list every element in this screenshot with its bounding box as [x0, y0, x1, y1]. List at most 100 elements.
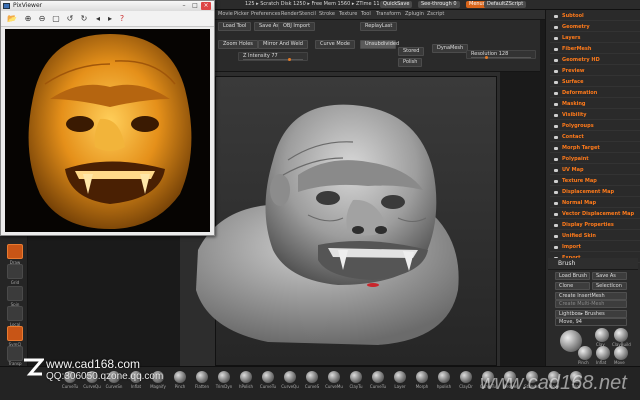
maximize-icon[interactable]: □ — [190, 2, 200, 10]
help-icon[interactable]: ? — [117, 14, 127, 24]
open-icon[interactable]: 📂 — [7, 14, 17, 24]
panel-subtool[interactable]: Subtool — [550, 12, 640, 21]
brush-save-as-button[interactable]: Save As — [592, 272, 627, 280]
brush-palette-header[interactable]: Brush — [548, 258, 638, 270]
pixviewer-window[interactable]: PixViewer – □ × 📂 ⊕ ⊖ ▢ ↺ ↻ ◂ ▸ ? — [0, 0, 215, 236]
brush-trimdyn[interactable]: TrimDyn — [212, 369, 236, 389]
default-zscript-button[interactable]: DefaultZScript — [484, 1, 527, 8]
load-tool-button[interactable]: Load Tool — [218, 22, 252, 31]
brush-thumb-move[interactable] — [614, 346, 628, 360]
zoom-in-icon[interactable]: ⊕ — [23, 14, 33, 24]
menu-zplugin[interactable]: Zplugin — [405, 11, 424, 17]
brush-curvetu-3[interactable]: CurveTu — [366, 369, 390, 389]
dynamesh-button[interactable]: DynaMesh — [432, 44, 469, 53]
load-brush-button[interactable]: Load Brush — [555, 272, 590, 280]
panel-geometry[interactable]: Geometry — [550, 23, 640, 32]
brush-curvequ-2[interactable]: CurveQu — [278, 369, 302, 389]
pixviewer-titlebar[interactable]: PixViewer – □ × — [1, 1, 214, 11]
panel-deformation[interactable]: Deformation — [550, 89, 640, 98]
menu-stroke[interactable]: Stroke — [319, 11, 335, 17]
panel-displacement-map[interactable]: Displacement Map — [550, 188, 640, 197]
panel-unified-skin[interactable]: Unified Skin — [550, 232, 640, 241]
panel-masking[interactable]: Masking — [550, 100, 640, 109]
create-insertmesh-button[interactable]: Create InsertMesh — [555, 292, 627, 300]
brush-thumb-inflat[interactable] — [596, 346, 610, 360]
select-icon-button[interactable]: SelectIcon — [592, 282, 627, 290]
brush-curves[interactable]: CurveS — [300, 369, 324, 389]
panel-polygroups[interactable]: Polygroups — [550, 122, 640, 131]
z-intensity-knob[interactable] — [288, 58, 292, 61]
panel-preview[interactable]: Preview — [550, 67, 640, 76]
polish-button[interactable]: Polish — [398, 58, 423, 67]
see-through-slider[interactable]: See-through 0 — [418, 1, 460, 8]
rotate-left-icon[interactable]: ↺ — [65, 14, 75, 24]
spin-icon[interactable] — [7, 286, 23, 301]
quicksave-button[interactable]: QuickSave — [380, 1, 413, 8]
create-multimesh-button[interactable]: Create Multi-Mesh — [555, 300, 627, 308]
brush-thumb-clay[interactable] — [595, 328, 609, 342]
brush-curvemu[interactable]: CurveMu — [322, 369, 346, 389]
local-icon[interactable] — [7, 306, 23, 321]
grid-icon[interactable] — [7, 264, 23, 279]
panel-surface[interactable]: Surface — [550, 78, 640, 87]
panel-geometry-hd[interactable]: Geometry HD — [550, 56, 640, 65]
panel-vector-displacement-map[interactable]: Vector Displacement Map — [550, 210, 640, 219]
brush-hpolish[interactable]: hPolish — [234, 369, 258, 389]
menu-transform[interactable]: Transform — [376, 11, 401, 17]
brush-search-field[interactable]: Move, 94 — [555, 318, 627, 326]
mirror-weld-button[interactable]: Mirror And Weld — [258, 40, 308, 49]
transp-icon[interactable] — [7, 346, 23, 361]
brush-pinch[interactable]: Pinch — [168, 369, 192, 389]
prev-icon[interactable]: ◂ — [93, 14, 103, 24]
minimize-icon[interactable]: – — [179, 2, 189, 10]
zoom-out-icon[interactable]: ⊖ — [37, 14, 47, 24]
panel-polypaint[interactable]: Polypaint — [550, 155, 640, 164]
menu-stencil[interactable]: Stencil — [299, 11, 316, 17]
draw-icon[interactable] — [7, 244, 23, 259]
unsubdivided-button[interactable]: Unsubdivided — [360, 40, 399, 49]
obj-import-button[interactable]: OBJ Import — [278, 22, 316, 31]
brush-claytu[interactable]: ClayTu — [344, 369, 368, 389]
brush-thumb-claybuild[interactable] — [614, 328, 628, 342]
panel-contact[interactable]: Contact — [550, 133, 640, 142]
panel-texture-map[interactable]: Texture Map — [550, 177, 640, 186]
brush-claydr[interactable]: ClayDr — [454, 369, 478, 389]
panel-layers[interactable]: Layers — [550, 34, 640, 43]
lightbox-brushes-button[interactable]: Lightbox▸ Brushes — [555, 310, 627, 318]
panel-fibermesh[interactable]: FiberMesh — [550, 45, 640, 54]
next-icon[interactable]: ▸ — [105, 14, 115, 24]
stored-button[interactable]: Stored — [398, 47, 425, 56]
brush-hpolish-2[interactable]: hpolish — [432, 369, 456, 389]
panel-morph-target[interactable]: Morph Target — [550, 144, 640, 153]
brush-curvetu-2[interactable]: CurveTu — [256, 369, 280, 389]
brush-layer[interactable]: Layer — [388, 369, 412, 389]
brush-morph[interactable]: Morph — [410, 369, 434, 389]
sculpt-model[interactable] — [178, 100, 498, 350]
resolution-knob[interactable] — [485, 56, 488, 59]
menu-preferences[interactable]: Preferences — [251, 11, 280, 17]
panel-display-properties[interactable]: Display Properties — [550, 221, 640, 230]
menu-zscript[interactable]: Zscript — [427, 11, 444, 17]
menu-movie[interactable]: Movie — [218, 11, 233, 17]
replay-last-button[interactable]: ReplayLast — [360, 22, 398, 31]
resolution-slider[interactable]: Resolution 128 — [466, 50, 536, 59]
z-intensity-slider[interactable]: Z Intensity 77 — [238, 52, 308, 61]
symcl-icon[interactable] — [7, 326, 23, 341]
panel-import[interactable]: Import — [550, 243, 640, 252]
curve-mode-button[interactable]: Curve Mode — [315, 40, 355, 49]
z-intensity-track — [243, 59, 303, 60]
brush-thumb-pinch[interactable] — [578, 346, 592, 360]
menu-tool[interactable]: Tool — [361, 11, 371, 17]
fit-icon[interactable]: ▢ — [51, 14, 61, 24]
rotate-right-icon[interactable]: ↻ — [79, 14, 89, 24]
zoom-holes-button[interactable]: Zoom Holes — [218, 40, 258, 49]
clone-brush-button[interactable]: Clone — [555, 282, 590, 290]
panel-visibility[interactable]: Visibility — [550, 111, 640, 120]
menu-render[interactable]: Render — [281, 11, 299, 17]
brush-flatten[interactable]: Flatten — [190, 369, 214, 389]
panel-normal-map[interactable]: Normal Map — [550, 199, 640, 208]
menu-texture[interactable]: Texture — [339, 11, 357, 17]
panel-uv-map[interactable]: UV Map — [550, 166, 640, 175]
close-icon[interactable]: × — [201, 2, 211, 10]
menu-picker[interactable]: Picker — [234, 11, 249, 17]
